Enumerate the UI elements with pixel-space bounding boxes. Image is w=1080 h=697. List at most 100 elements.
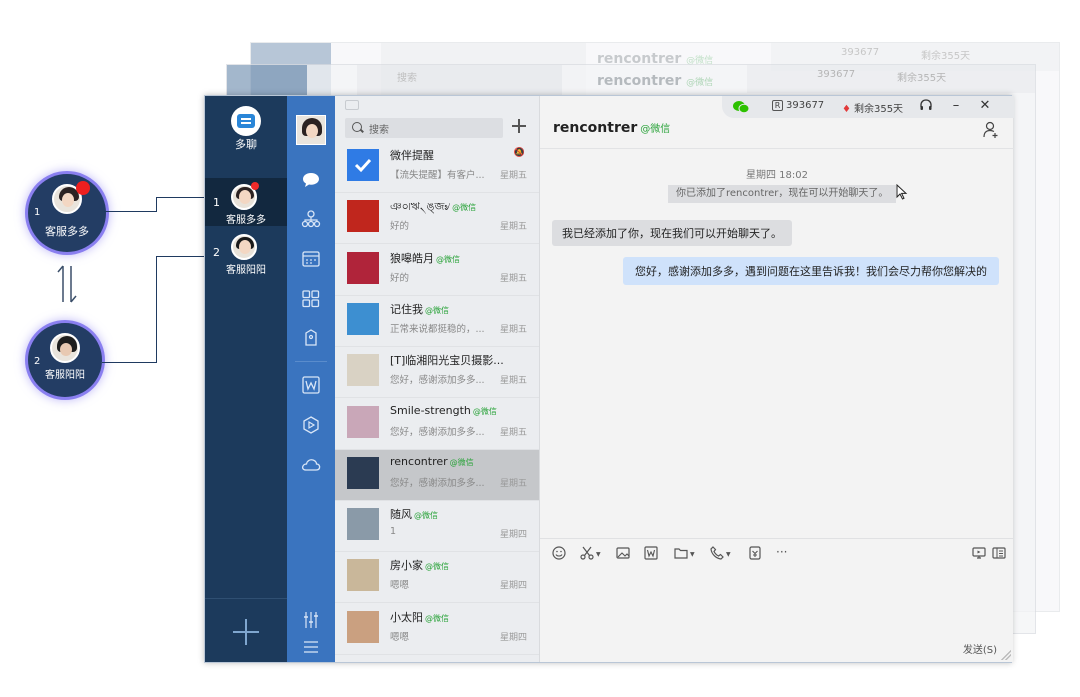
- box-icon[interactable]: [301, 416, 321, 434]
- red-packet-icon[interactable]: [748, 546, 768, 562]
- minimize-button[interactable]: –: [948, 98, 964, 114]
- send-button[interactable]: 发送(S): [963, 641, 997, 656]
- chat-title: rencontrer @微信: [553, 120, 671, 136]
- screen-share-icon[interactable]: [972, 546, 986, 560]
- gem-icon: ♦: [842, 104, 851, 115]
- ghost-topbar: 393677 剩余355天: [747, 65, 1035, 93]
- avatar: [347, 149, 379, 181]
- wechat-tag: @微信: [449, 457, 474, 467]
- resize-grip[interactable]: [1001, 650, 1011, 660]
- conversation-item[interactable]: Smile-strength @微信 您好，感谢添加多多... 星期五: [335, 399, 539, 450]
- wechat-tag: @微信: [452, 203, 477, 213]
- conversation-name: ঞ০৷ঋ৲ঙ্জ৶ @微信: [390, 200, 477, 214]
- wechat-icon[interactable]: [732, 100, 750, 114]
- account-item-1[interactable]: 1 客服多多: [205, 178, 287, 226]
- add-button[interactable]: [511, 118, 527, 134]
- conversation-item[interactable]: 随风 @微信 1 星期四: [335, 501, 539, 553]
- chat-pane: R 393677 ♦ 剩余355天 – ✕ rencontrer @微信 星期四 18…: [539, 96, 1014, 662]
- account-sidebar: 多聊 1 客服多多 2 客服阳阳: [205, 96, 287, 662]
- ghost-title: rencontrer @微信: [597, 73, 714, 89]
- calendar-icon[interactable]: [301, 250, 321, 268]
- search-placeholder: 搜索: [369, 125, 389, 136]
- close-button[interactable]: ✕: [977, 98, 993, 114]
- user-avatar[interactable]: [296, 115, 326, 145]
- divider: [540, 148, 1014, 149]
- id-icon: R: [772, 100, 783, 111]
- conversation-time: 星期五: [499, 222, 527, 233]
- conversation-preview: 正常来说都挺稳的，...: [390, 323, 485, 335]
- account-index: 1: [213, 196, 220, 209]
- ghost-id: 393677: [817, 69, 856, 80]
- account-index: 2: [213, 246, 220, 259]
- conversation-item[interactable]: 狼嗥皓月 @微信 好的 星期五: [335, 245, 539, 296]
- nav-sidebar: [287, 96, 335, 662]
- conversation-item[interactable]: ঞ০৷ঋ৲ঙ্জ৶ @微信 好的 星期五: [335, 193, 539, 245]
- mute-icon: 🔕: [513, 148, 525, 158]
- conversation-time: 星期五: [499, 376, 527, 387]
- bag-icon[interactable]: [301, 329, 321, 347]
- conversation-list: 搜索 微伴提醒 【流失提醒】有客户... 星期五 🔕 ঞ০৷ঋ৲ঙ্জ৶ @微信 好的 星期五…: [335, 96, 539, 662]
- account-label: 客服阳阳: [226, 265, 266, 276]
- search-icon: [352, 122, 362, 132]
- scissors-icon[interactable]: ▼: [580, 546, 601, 562]
- avatar: [347, 302, 379, 335]
- account-label: 客服多多: [226, 215, 266, 226]
- nav-divider: [295, 361, 327, 362]
- conversation-preview: 1: [390, 526, 397, 538]
- outgoing-message: 您好，感谢添加多多，遇到问题在这里告诉我！我们会尽力帮你您解决的: [623, 257, 999, 285]
- connector-line: [104, 211, 156, 212]
- add-account-button[interactable]: [205, 598, 287, 662]
- conversation-name: 记住我 @微信: [390, 302, 449, 316]
- swap-arrows-icon: [57, 265, 77, 303]
- menu-icon[interactable]: [301, 638, 321, 656]
- conversation-time: 星期四: [499, 581, 527, 592]
- emoji-icon[interactable]: [552, 546, 572, 562]
- incoming-message: 我已经添加了你，现在我们可以开始聊天了。: [552, 220, 792, 246]
- apps-icon[interactable]: [301, 290, 321, 308]
- conversation-item[interactable]: 微伴提醒 【流失提醒】有客户... 星期五 🔕: [335, 142, 539, 193]
- avatar: [347, 354, 379, 387]
- word-icon[interactable]: [301, 376, 321, 394]
- avatar: [347, 508, 379, 541]
- conversation-item[interactable]: 记住我 @微信 正常来说都挺稳的，... 星期五: [335, 296, 539, 347]
- wechat-tag: @微信: [640, 124, 671, 135]
- conversation-preview: 您好，感谢添加多多...: [390, 426, 485, 438]
- phone-icon[interactable]: ▼: [710, 546, 731, 562]
- subscription-remaining: ♦ 剩余355天: [842, 104, 904, 115]
- contacts-icon[interactable]: [301, 210, 321, 228]
- conversation-time: 星期五: [499, 427, 527, 438]
- conversation-item[interactable]: 房小家 @微信 嗯嗯 星期四: [335, 552, 539, 604]
- image-icon[interactable]: [616, 546, 636, 562]
- chat-icon[interactable]: [301, 171, 321, 189]
- avatar: [347, 251, 379, 284]
- search-input[interactable]: 搜索: [345, 118, 503, 138]
- top-status-bar: R 393677 ♦ 剩余355天 – ✕: [722, 96, 1014, 118]
- settings-sliders-icon[interactable]: [301, 611, 321, 629]
- conversation-name: [T]临湘阳光宝贝摄影...: [390, 354, 504, 368]
- word-icon[interactable]: [644, 546, 664, 562]
- connector-line: [156, 197, 208, 212]
- conversation-time: 星期五: [499, 478, 527, 489]
- conversation-item[interactable]: [T]临湘阳光宝贝摄影... 您好，感谢添加多多... 星期五: [335, 347, 539, 399]
- folder-icon[interactable]: ▼: [674, 546, 695, 562]
- window-icon: [345, 100, 359, 110]
- headset-icon[interactable]: [918, 98, 934, 114]
- wechat-tag: @微信: [425, 613, 449, 623]
- add-contact-icon[interactable]: [983, 121, 999, 139]
- conversation-item[interactable]: 鱼鱼鱼@微信: [335, 655, 539, 662]
- more-icon[interactable]: ···: [776, 546, 796, 562]
- conversation-item[interactable]: rencontrer @微信 您好，感谢添加多多... 星期五: [335, 449, 539, 501]
- history-icon[interactable]: [992, 546, 1006, 560]
- wechat-tag: @微信: [436, 254, 460, 264]
- conversation-item[interactable]: 小太阳 @微信 嗯嗯 星期四: [335, 604, 539, 655]
- cloud-icon[interactable]: [301, 456, 321, 474]
- divider: [540, 538, 1014, 539]
- ghost-search: 搜索: [397, 73, 417, 84]
- conversation-time: 星期四: [499, 530, 527, 541]
- account-item-2[interactable]: 2 客服阳阳: [205, 228, 287, 276]
- conversation-name: Smile-strength @微信: [390, 403, 497, 417]
- conversation-name: 小太阳 @微信: [390, 610, 449, 624]
- conversation-preview: 您好，感谢添加多多...: [390, 477, 485, 489]
- plus-icon: [233, 619, 259, 645]
- conversation-name: rencontrer @微信: [390, 454, 474, 468]
